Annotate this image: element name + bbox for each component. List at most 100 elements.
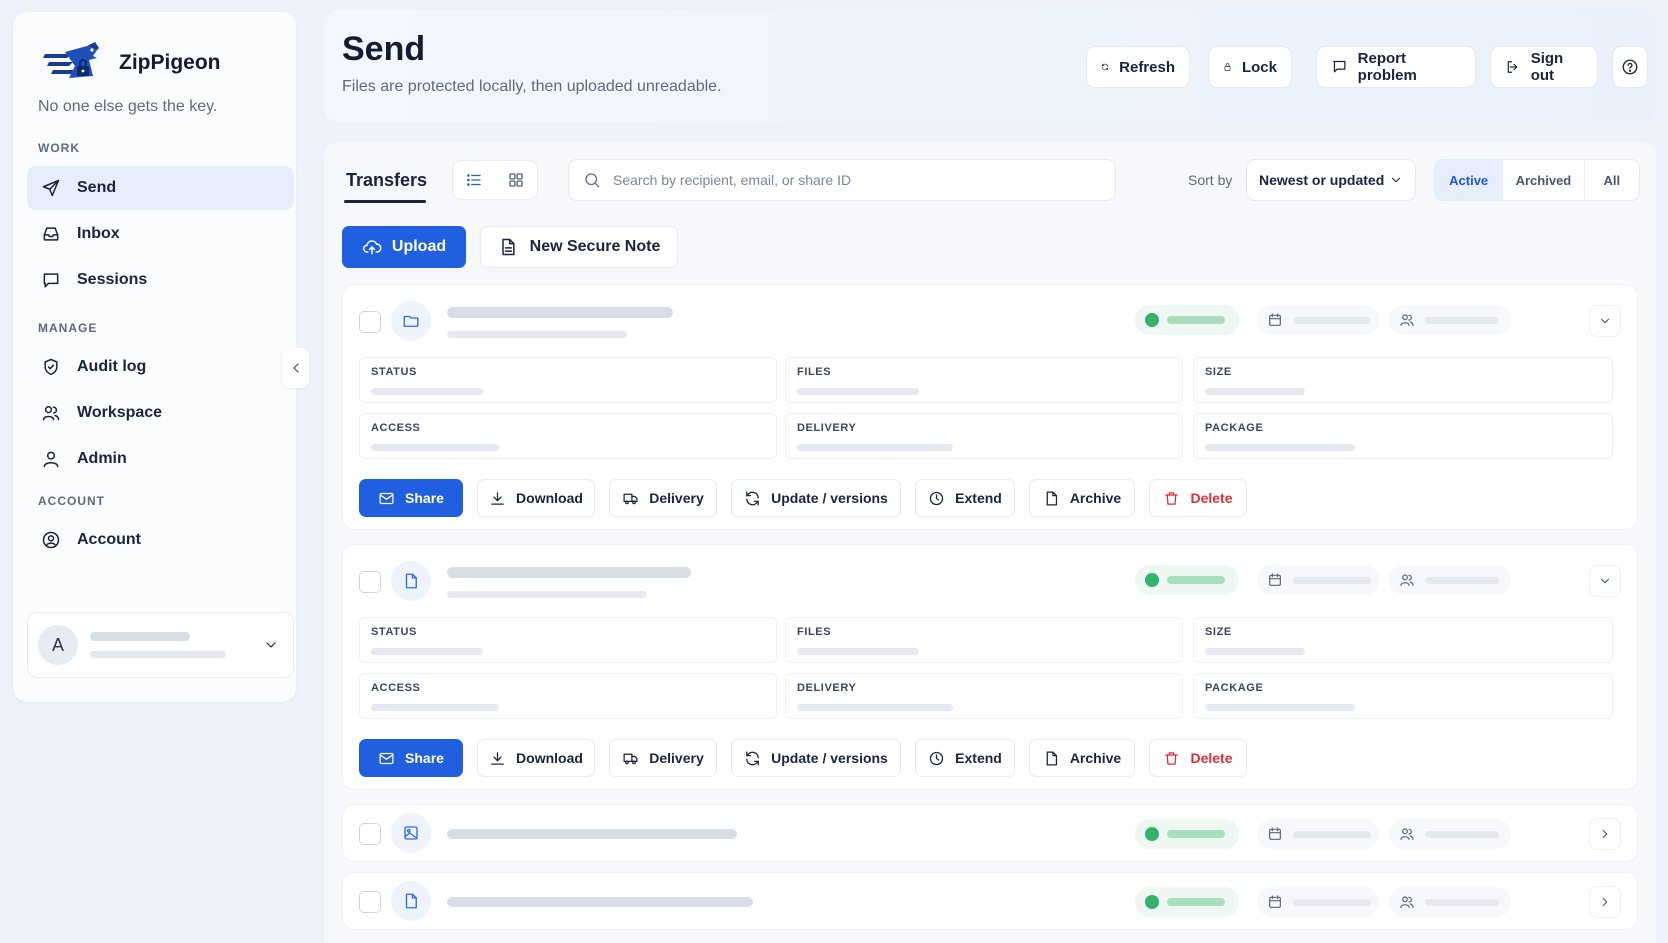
section-label-account: ACCOUNT	[38, 494, 105, 508]
expiry-pill	[1257, 887, 1379, 917]
delivery-button[interactable]: Delivery	[609, 739, 717, 777]
report-problem-button[interactable]: Report problem	[1316, 46, 1476, 88]
extend-button[interactable]: Extend	[915, 739, 1015, 777]
inbox-icon	[43, 227, 59, 241]
page-title: Send	[342, 30, 426, 68]
collapse-sidebar-button[interactable]	[282, 348, 309, 388]
update-versions-button[interactable]: Update / versions	[731, 479, 901, 517]
delete-label: Delete	[1190, 490, 1233, 506]
new-secure-note-button[interactable]: New Secure Note	[480, 226, 678, 268]
mail-icon	[379, 492, 394, 504]
user-circle-icon	[42, 531, 60, 549]
lock-label: Lock	[1241, 58, 1277, 76]
cloud-upload-icon	[362, 240, 382, 255]
mail-icon	[379, 752, 394, 764]
expand-button[interactable]	[1589, 305, 1621, 337]
clock-plus-icon	[929, 491, 944, 505]
field-label: PACKAGE	[1205, 682, 1264, 694]
sidebar-item-label: Admin	[77, 450, 127, 467]
document-icon	[501, 238, 515, 256]
clock-plus-icon	[929, 751, 944, 765]
share-button[interactable]: Share	[359, 739, 463, 777]
delete-button[interactable]: Delete	[1149, 739, 1247, 777]
expand-button[interactable]	[1589, 818, 1621, 850]
share-label: Share	[405, 490, 444, 506]
select-checkbox[interactable]	[359, 823, 381, 845]
field-delivery: DELIVERY	[785, 413, 1183, 459]
archive-button[interactable]: Archive	[1029, 739, 1135, 777]
user-icon	[43, 451, 59, 468]
users-icon	[42, 406, 60, 421]
filter-all[interactable]: All	[1583, 160, 1639, 200]
new-secure-note-label: New Secure Note	[529, 238, 661, 255]
sidebar-item-sessions[interactable]: Sessions	[27, 258, 294, 302]
lock-button[interactable]: Lock	[1208, 46, 1292, 88]
transfer-title-placeholder	[447, 567, 691, 578]
status-badge	[1135, 819, 1239, 849]
status-filter: Active Archived All	[1434, 159, 1640, 201]
search-input[interactable]	[613, 172, 1093, 188]
download-button[interactable]: Download	[477, 739, 595, 777]
trash-icon	[1165, 491, 1179, 505]
sidebar-item-audit-log[interactable]: Audit log	[27, 345, 294, 389]
download-icon	[491, 491, 504, 505]
sidebar-item-label: Account	[77, 531, 141, 548]
update-versions-button[interactable]: Update / versions	[731, 739, 901, 777]
delivery-button[interactable]: Delivery	[609, 479, 717, 517]
field-label: DELIVERY	[797, 682, 857, 694]
delivery-label: Delivery	[649, 490, 704, 506]
expand-button[interactable]	[1589, 886, 1621, 918]
select-checkbox[interactable]	[359, 891, 381, 913]
extend-label: Extend	[955, 750, 1002, 766]
delete-button[interactable]: Delete	[1149, 479, 1247, 517]
page-subtitle: Files are protected locally, then upload…	[342, 78, 722, 95]
expiry-pill	[1257, 819, 1379, 849]
archive-button[interactable]: Archive	[1029, 479, 1135, 517]
field-size: SIZE	[1193, 617, 1613, 663]
delete-label: Delete	[1190, 750, 1233, 766]
expiry-pill	[1257, 565, 1379, 595]
user-menu[interactable]: A	[27, 612, 294, 678]
filter-active[interactable]: Active	[1435, 160, 1503, 200]
grid-view-button[interactable]	[495, 161, 537, 199]
expiry-pill	[1257, 305, 1379, 335]
tab-transfers[interactable]: Transfers	[346, 170, 427, 191]
users-icon	[1400, 314, 1414, 326]
update-versions-label: Update / versions	[771, 490, 888, 506]
refresh-icon	[746, 490, 759, 506]
expand-button[interactable]	[1589, 565, 1621, 597]
field-label: FILES	[797, 626, 832, 638]
sidebar-item-send[interactable]: Send	[27, 166, 294, 210]
download-button[interactable]: Download	[477, 479, 595, 517]
extend-button[interactable]: Extend	[915, 479, 1015, 517]
brand[interactable]: ZipPigeon	[39, 40, 221, 86]
sort-select[interactable]: Newest or updated	[1246, 159, 1416, 201]
document-icon	[405, 893, 417, 909]
refresh-label: Refresh	[1119, 58, 1175, 76]
sidebar-item-label: Workspace	[77, 404, 163, 421]
refresh-icon	[1102, 63, 1109, 71]
sidebar-item-account[interactable]: Account	[27, 518, 294, 562]
share-button[interactable]: Share	[359, 479, 463, 517]
help-button[interactable]	[1612, 46, 1648, 88]
select-checkbox[interactable]	[359, 311, 381, 333]
download-icon	[491, 751, 504, 765]
field-label: PACKAGE	[1205, 422, 1264, 434]
help-icon	[1622, 59, 1638, 75]
sort-value: Newest or updated	[1259, 172, 1385, 188]
list-view-button[interactable]	[453, 161, 495, 199]
tab-underline	[344, 200, 426, 203]
refresh-button[interactable]: Refresh	[1086, 46, 1190, 88]
filter-archived[interactable]: Archived	[1502, 160, 1583, 200]
upload-button[interactable]: Upload	[342, 226, 466, 268]
sign-out-button[interactable]: Sign out	[1490, 46, 1598, 88]
pigeon-logo-icon	[43, 42, 99, 78]
sidebar-item-workspace[interactable]: Workspace	[27, 391, 294, 435]
transfer-type-badge	[391, 561, 431, 601]
select-checkbox[interactable]	[359, 571, 381, 593]
users-icon	[1400, 574, 1414, 586]
field-files: FILES	[785, 617, 1183, 663]
sidebar-item-inbox[interactable]: Inbox	[27, 212, 294, 256]
sidebar-item-admin[interactable]: Admin	[27, 437, 294, 481]
field-package: PACKAGE	[1193, 673, 1613, 719]
